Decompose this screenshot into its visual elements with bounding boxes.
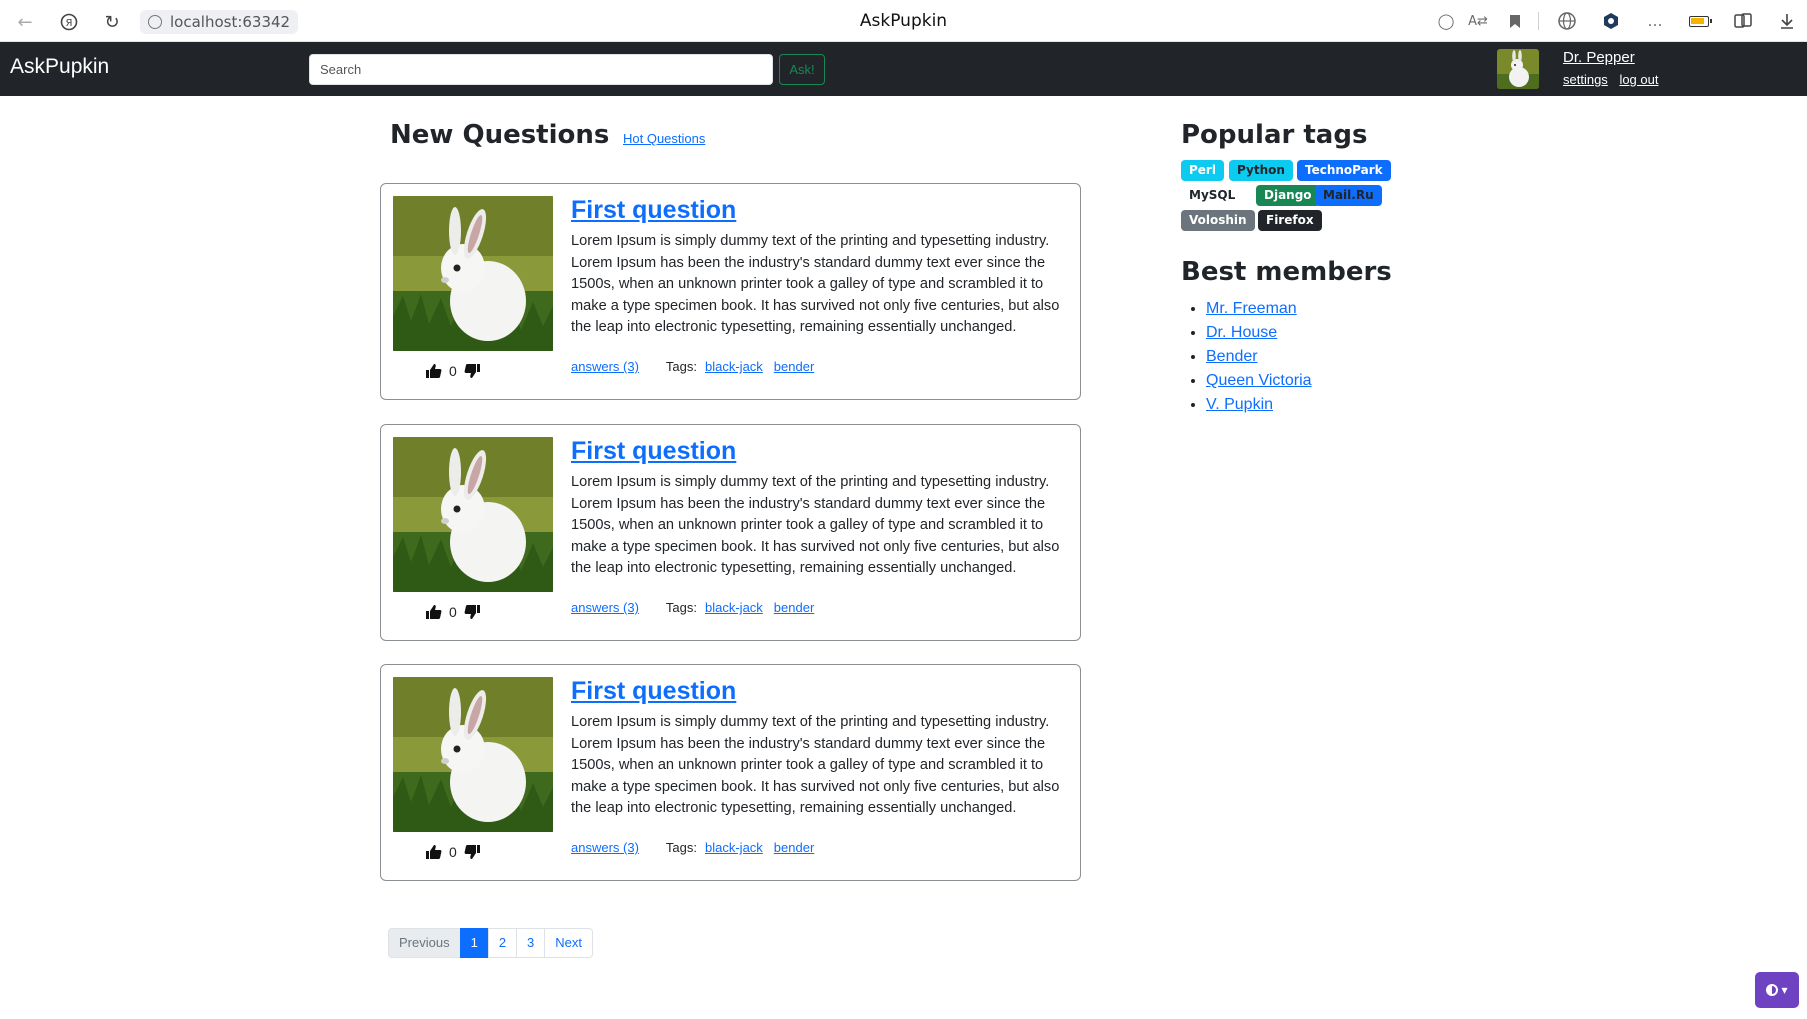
settings-link[interactable]: settings [1563, 72, 1608, 87]
member-link[interactable]: Queen Victoria [1206, 372, 1312, 389]
download-icon[interactable] [1776, 10, 1798, 32]
list-item: Dr. House [1206, 321, 1312, 345]
thumbs-down-icon[interactable] [464, 844, 481, 860]
question-tag-link[interactable]: bender [774, 600, 814, 615]
contrast-icon [1766, 984, 1779, 996]
thumbs-up-icon[interactable] [425, 604, 442, 620]
question-meta: answers (3) Tags: black-jack bender [571, 600, 814, 615]
question-meta: answers (3) Tags: black-jack bender [571, 359, 814, 374]
vote-controls: 0 [425, 604, 481, 620]
list-item: Bender [1206, 345, 1312, 369]
tag-badge[interactable]: Django [1256, 185, 1320, 206]
chat-icon[interactable]: ◯ [1435, 10, 1457, 32]
question-tag-link[interactable]: bender [774, 359, 814, 374]
best-members-title: Best members [1181, 257, 1392, 287]
member-link[interactable]: Bender [1206, 348, 1258, 365]
globe-icon[interactable] [1556, 10, 1578, 32]
question-image [393, 196, 553, 351]
member-link[interactable]: Dr. House [1206, 324, 1277, 341]
question-body: Lorem Ipsum is simply dummy text of the … [571, 474, 1060, 577]
vote-controls: 0 [425, 363, 481, 379]
user-links: settings log out [1563, 72, 1666, 87]
yandex-icon[interactable]: Я [56, 9, 82, 35]
caret-down-icon: ▾ [1781, 983, 1788, 997]
answers-link[interactable]: answers (3) [571, 840, 639, 855]
list-item: V. Pupkin [1206, 393, 1312, 417]
question-card: 0 First question Lorem Ipsum is simply d… [380, 183, 1081, 400]
question-card: 0 First question Lorem Ipsum is simply d… [380, 424, 1081, 641]
question-image [393, 677, 553, 832]
battery-icon [1688, 10, 1712, 32]
extension-shield-icon[interactable] [1600, 10, 1622, 32]
thumbs-down-icon[interactable] [464, 363, 481, 379]
pagination-page-2[interactable]: 2 [487, 928, 518, 958]
tag-badge[interactable]: Mail.Ru [1315, 185, 1382, 206]
collections-icon[interactable] [1732, 10, 1754, 32]
member-link[interactable]: Mr. Freeman [1206, 300, 1297, 317]
reload-icon[interactable]: ↻ [99, 9, 125, 35]
pagination-page-3[interactable]: 3 [516, 928, 546, 958]
question-meta: answers (3) Tags: black-jack bender [571, 840, 814, 855]
thumbs-up-icon[interactable] [425, 363, 442, 379]
url-text: localhost:63342 [170, 13, 291, 31]
logout-link[interactable]: log out [1619, 72, 1658, 87]
app-navbar: AskPupkin Ask! Dr. Pepper settings log o… [0, 42, 1807, 96]
more-icon[interactable]: … [1644, 10, 1666, 32]
list-item: Queen Victoria [1206, 369, 1312, 393]
browser-toolbar: ← Я ↻ localhost:63342 AskPupkin ◯ A⇄ … [0, 0, 1807, 42]
toolbar-divider [1538, 12, 1539, 30]
vote-count: 0 [449, 844, 457, 860]
question-tag-link[interactable]: bender [774, 840, 814, 855]
question-card: 0 First question Lorem Ipsum is simply d… [380, 664, 1081, 881]
user-profile-link[interactable]: Dr. Pepper [1563, 49, 1635, 66]
question-image [393, 437, 553, 592]
bookmark-icon[interactable] [1504, 10, 1526, 32]
thumbs-down-icon[interactable] [464, 604, 481, 620]
tags-label: Tags: [665, 600, 697, 615]
question-title-link[interactable]: First question [571, 437, 736, 466]
site-info-icon[interactable] [148, 15, 162, 29]
answers-link[interactable]: answers (3) [571, 359, 639, 374]
answers-link[interactable]: answers (3) [571, 600, 639, 615]
tag-badge[interactable]: Python [1229, 160, 1293, 181]
question-tag-link[interactable]: black-jack [705, 600, 763, 615]
member-link[interactable]: V. Pupkin [1206, 396, 1273, 413]
vote-controls: 0 [425, 844, 481, 860]
thumbs-up-icon[interactable] [425, 844, 442, 860]
question-title-link[interactable]: First question [571, 677, 736, 706]
theme-toggle-button[interactable]: ▾ [1755, 972, 1799, 1008]
tags-label: Tags: [665, 359, 697, 374]
pagination-previous[interactable]: Previous [388, 928, 461, 958]
tag-badge[interactable]: MySQL [1181, 185, 1244, 206]
vote-count: 0 [449, 363, 457, 379]
popular-tags-title: Popular tags [1181, 120, 1368, 150]
tags-label: Tags: [665, 840, 697, 855]
translate-icon[interactable]: A⇄ [1467, 10, 1489, 32]
tag-badge[interactable]: TechnoPark [1297, 160, 1391, 181]
page-title: New Questions [390, 120, 610, 150]
search-input[interactable] [309, 54, 773, 85]
ask-button[interactable]: Ask! [779, 54, 825, 85]
pagination-next[interactable]: Next [544, 928, 594, 958]
question-body: Lorem Ipsum is simply dummy text of the … [571, 714, 1060, 817]
tag-badge[interactable]: Perl [1181, 160, 1224, 181]
tag-badge[interactable]: Firefox [1258, 210, 1322, 231]
best-members-list: Mr. Freeman Dr. House Bender Queen Victo… [1189, 297, 1312, 417]
vote-count: 0 [449, 604, 457, 620]
back-icon[interactable]: ← [12, 9, 38, 35]
question-body: Lorem Ipsum is simply dummy text of the … [571, 233, 1060, 336]
pagination-page-1[interactable]: 1 [459, 928, 489, 958]
list-item: Mr. Freeman [1206, 297, 1312, 321]
avatar[interactable] [1497, 49, 1539, 89]
question-title-link[interactable]: First question [571, 196, 736, 225]
svg-text:Я: Я [66, 18, 73, 29]
brand-logo[interactable]: AskPupkin [10, 55, 109, 79]
pagination: Previous 1 2 3 Next [388, 928, 594, 958]
question-tag-link[interactable]: black-jack [705, 359, 763, 374]
question-tag-link[interactable]: black-jack [705, 840, 763, 855]
address-bar[interactable]: localhost:63342 [140, 10, 299, 34]
hot-questions-link[interactable]: Hot Questions [623, 131, 705, 146]
tag-badge[interactable]: Voloshin [1181, 210, 1255, 231]
